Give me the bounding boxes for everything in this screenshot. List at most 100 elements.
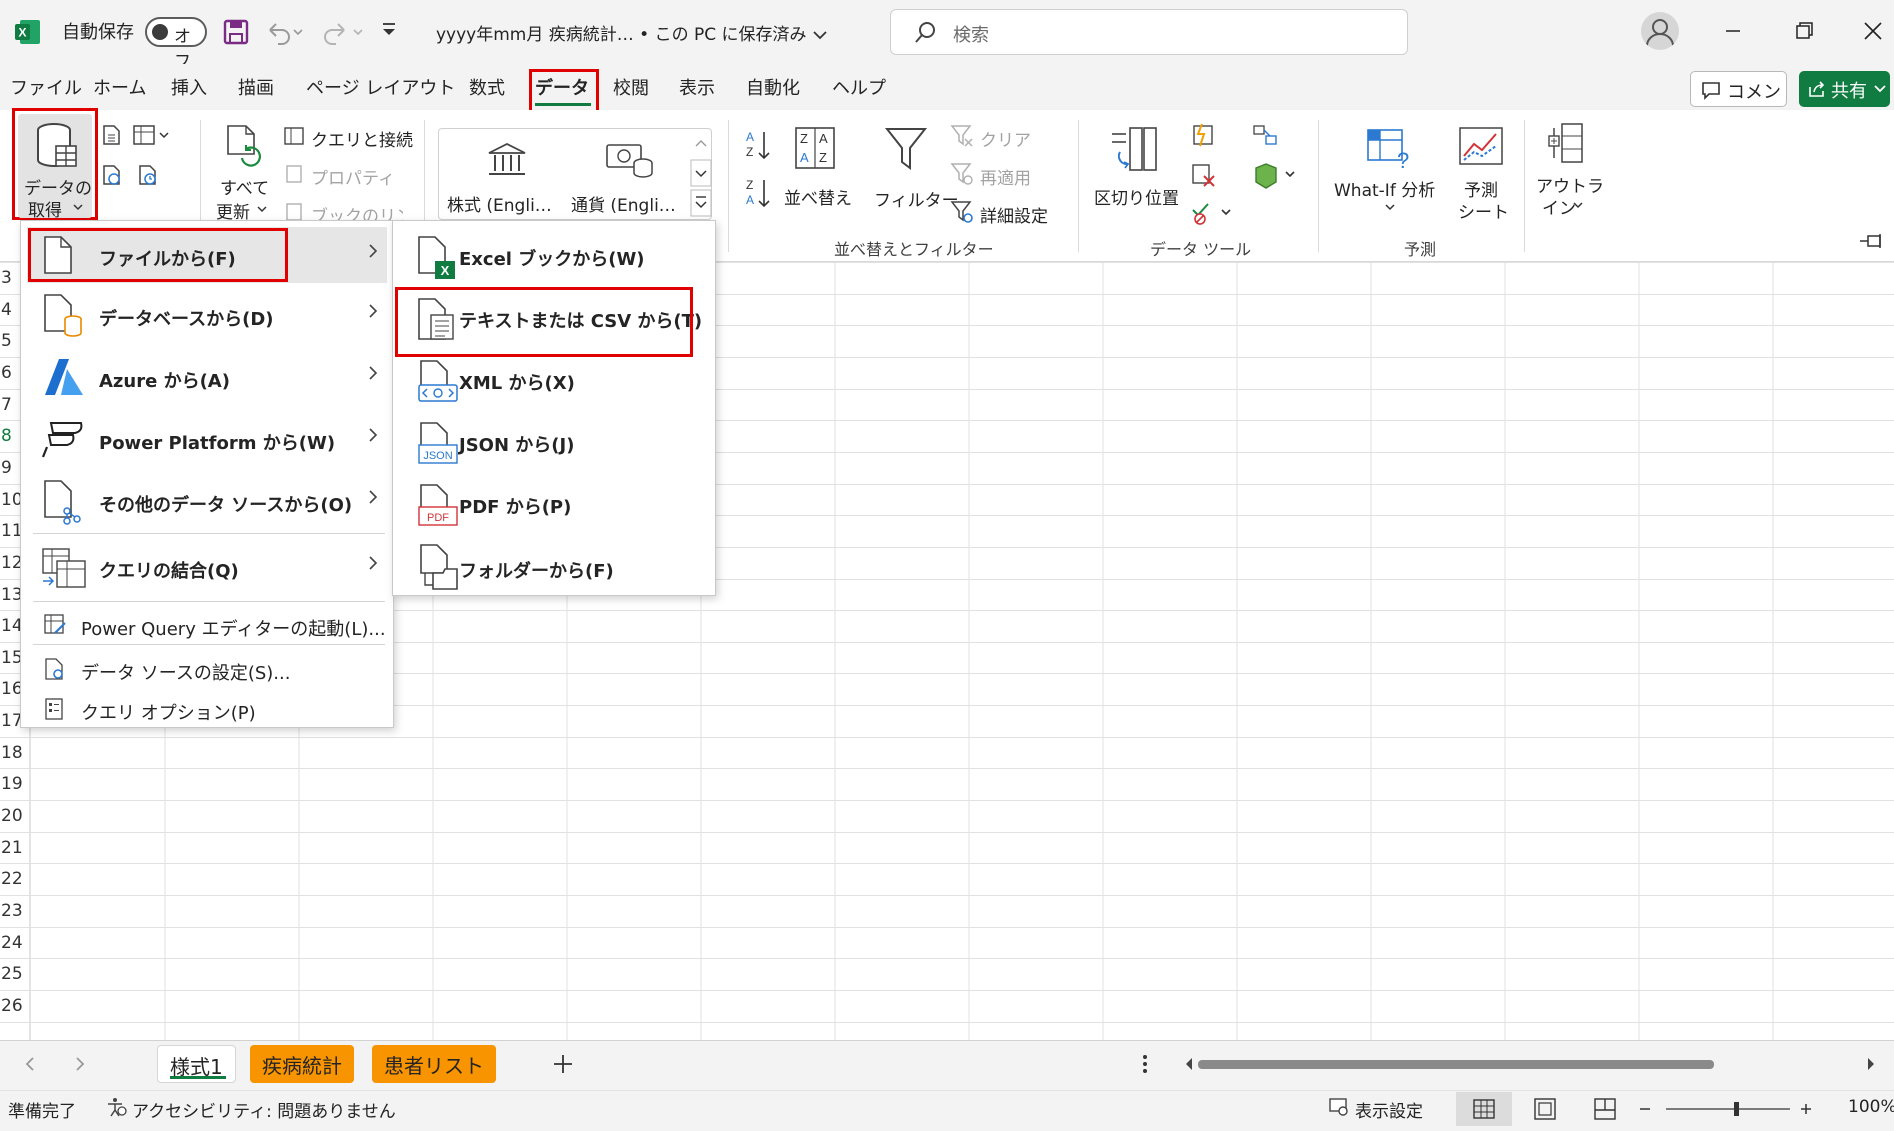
zoom-slider[interactable] — [1638, 1098, 1820, 1120]
forecast-sheet-button[interactable]: 予測 シート — [1452, 122, 1512, 223]
add-sheet-icon[interactable] — [551, 1052, 575, 1076]
tab-file[interactable]: ファイル — [10, 74, 82, 100]
menu-item-power-query-editor[interactable]: Power Query エディターの起動(L)... — [27, 605, 387, 645]
comment-button[interactable]: コメント — [1690, 71, 1787, 129]
from-web-icon[interactable] — [100, 164, 122, 186]
row-header[interactable]: 26 — [0, 996, 30, 1016]
outline-button[interactable]: アウトラ イン — [1534, 122, 1604, 222]
share-button[interactable]: 共有 — [1799, 71, 1890, 107]
row-header[interactable]: 18 — [0, 743, 30, 763]
sheet-tab-label: 患者リスト — [384, 1054, 484, 1078]
tab-draw[interactable]: 描画 — [238, 74, 274, 100]
workbook-links-button[interactable]: ブックのリンク — [283, 200, 403, 222]
tab-automate[interactable]: 自動化 — [746, 74, 800, 100]
remove-duplicates-icon[interactable] — [1190, 162, 1216, 188]
page-break-preview-icon[interactable] — [1592, 1096, 1618, 1122]
zoom-level[interactable]: 100% — [1848, 1097, 1894, 1117]
from-file-highlight — [28, 228, 288, 282]
horizontal-scrollbar[interactable] — [1180, 1052, 1880, 1076]
from-table-range-icon[interactable] — [132, 124, 172, 146]
customize-qat-icon[interactable] — [380, 22, 410, 52]
properties-button[interactable]: プロパティ — [283, 162, 403, 189]
search-input[interactable]: 検索 — [890, 9, 1408, 55]
scroll-tabs-left-icon[interactable] — [20, 1052, 40, 1076]
page-layout-view-icon[interactable] — [1532, 1096, 1558, 1122]
row-header[interactable]: 22 — [0, 869, 30, 889]
redo-icon[interactable] — [320, 18, 363, 48]
tab-formulas[interactable]: 数式 — [469, 74, 505, 100]
undo-icon[interactable] — [264, 18, 303, 48]
menu-divider — [33, 644, 385, 645]
row-header[interactable]: 24 — [0, 933, 30, 953]
menu-item-xml[interactable]: XML から(X) — [399, 351, 709, 411]
reapply-button[interactable]: 再適用 — [950, 162, 1050, 189]
autosave-toggle[interactable]: オフ — [145, 17, 207, 72]
minimize-button[interactable] — [1713, 14, 1753, 48]
avatar[interactable] — [1641, 12, 1679, 50]
text-to-columns-button[interactable]: 区切り位置 — [1092, 122, 1179, 218]
tab-insert[interactable]: 挿入 — [171, 74, 207, 100]
flash-fill-icon[interactable] — [1190, 122, 1216, 148]
stocks-button[interactable]: 株式 (Engli… — [447, 135, 565, 216]
row-header[interactable]: 25 — [0, 964, 30, 984]
data-validation-icon[interactable] — [1190, 200, 1236, 226]
save-icon[interactable] — [222, 18, 252, 48]
tab-page-layout[interactable]: ページ レイアウト — [306, 74, 455, 100]
whatif-analysis-button[interactable]: ? What-If 分析 — [1330, 122, 1448, 222]
tab-view[interactable]: 表示 — [679, 74, 715, 100]
reapply-icon — [950, 162, 974, 186]
menu-item-data-source-settings[interactable]: データ ソースの設定(S)... — [27, 649, 387, 689]
filter-button[interactable]: フィルター — [866, 122, 959, 218]
menu-item-from-database[interactable]: データベースから(D) — [27, 285, 387, 345]
currencies-button[interactable]: 通貨 (Engli… — [571, 135, 693, 216]
tab-review[interactable]: 校閲 — [613, 74, 649, 100]
combine-queries-icon — [41, 547, 87, 589]
tab-home[interactable]: ホーム — [93, 74, 146, 100]
gallery-scroll[interactable] — [690, 130, 712, 218]
from-text-csv-icon[interactable] — [100, 124, 122, 146]
normal-view-button[interactable] — [1456, 1092, 1512, 1126]
sort-button[interactable]: ZAAZ 並べ替え — [778, 122, 852, 218]
menu-item-from-other-sources[interactable]: その他のデータ ソースから(O) — [27, 471, 387, 531]
sheet-tab-patient-list[interactable]: 患者リスト — [372, 1045, 496, 1083]
chevron-right-icon — [367, 363, 379, 383]
data-model-icon[interactable] — [1252, 162, 1298, 190]
filter-label: フィルター — [874, 191, 959, 211]
menu-item-query-options[interactable]: クエリ オプション(P) — [27, 689, 387, 729]
sheet-tab-disease-stats[interactable]: 疾病統計 — [250, 1045, 354, 1083]
row-header[interactable]: 20 — [0, 806, 30, 826]
document-title[interactable]: yyyy年mm月 疾病統計… • この PC に保存済み — [436, 20, 828, 45]
sort-za-icon[interactable]: ZA — [744, 176, 774, 210]
pin-ribbon-icon[interactable] — [1858, 232, 1888, 250]
restore-button[interactable] — [1784, 14, 1824, 48]
sort-icon: ZAAZ — [794, 126, 836, 170]
tab-help[interactable]: ヘルプ — [832, 74, 886, 100]
menu-item-excel-workbook[interactable]: X Excel ブックから(W) — [399, 227, 709, 287]
display-settings-button[interactable]: 表示設定 — [1355, 1097, 1423, 1122]
clear-button[interactable]: クリア — [950, 124, 1040, 151]
menu-item-combine-queries[interactable]: クエリの結合(Q) — [27, 537, 387, 597]
menu-item-from-azure[interactable]: Azure から(A) — [27, 347, 387, 407]
sort-az-icon[interactable]: AZ — [744, 128, 774, 162]
chevron-right-icon — [367, 553, 379, 573]
row-header[interactable]: 23 — [0, 901, 30, 921]
advanced-filter-button[interactable]: 詳細設定 — [950, 200, 1060, 227]
row-header[interactable]: 19 — [0, 774, 30, 794]
refresh-all-button[interactable]: すべて 更新 — [214, 120, 272, 223]
get-data-button[interactable]: データの 取得 — [18, 114, 92, 221]
more-options-icon[interactable] — [1140, 1052, 1150, 1076]
menu-item-from-power-platform[interactable]: Power Platform から(W) — [27, 409, 387, 469]
document-title-text: yyyy年mm月 疾病統計… • この PC に保存済み — [436, 25, 807, 45]
accessibility-status[interactable]: アクセシビリティ: 問題ありません — [132, 1097, 396, 1122]
close-button[interactable] — [1853, 14, 1893, 48]
menu-item-pdf[interactable]: PDF PDF から(P) — [399, 475, 709, 535]
get-data-menu: ファイルから(F) データベースから(D) Azure から(A) Power … — [20, 220, 394, 728]
queries-connections-button[interactable]: クエリと接続 — [283, 124, 413, 151]
row-header[interactable]: 21 — [0, 838, 30, 858]
scroll-tabs-right-icon[interactable] — [70, 1052, 90, 1076]
menu-item-json[interactable]: JSON JSON から(J) — [399, 413, 709, 473]
recent-sources-icon[interactable] — [136, 164, 158, 186]
consolidate-icon[interactable] — [1252, 124, 1278, 146]
menu-item-label: XML から(X) — [459, 373, 575, 394]
menu-item-folder[interactable]: フォルダーから(F) — [399, 537, 709, 597]
